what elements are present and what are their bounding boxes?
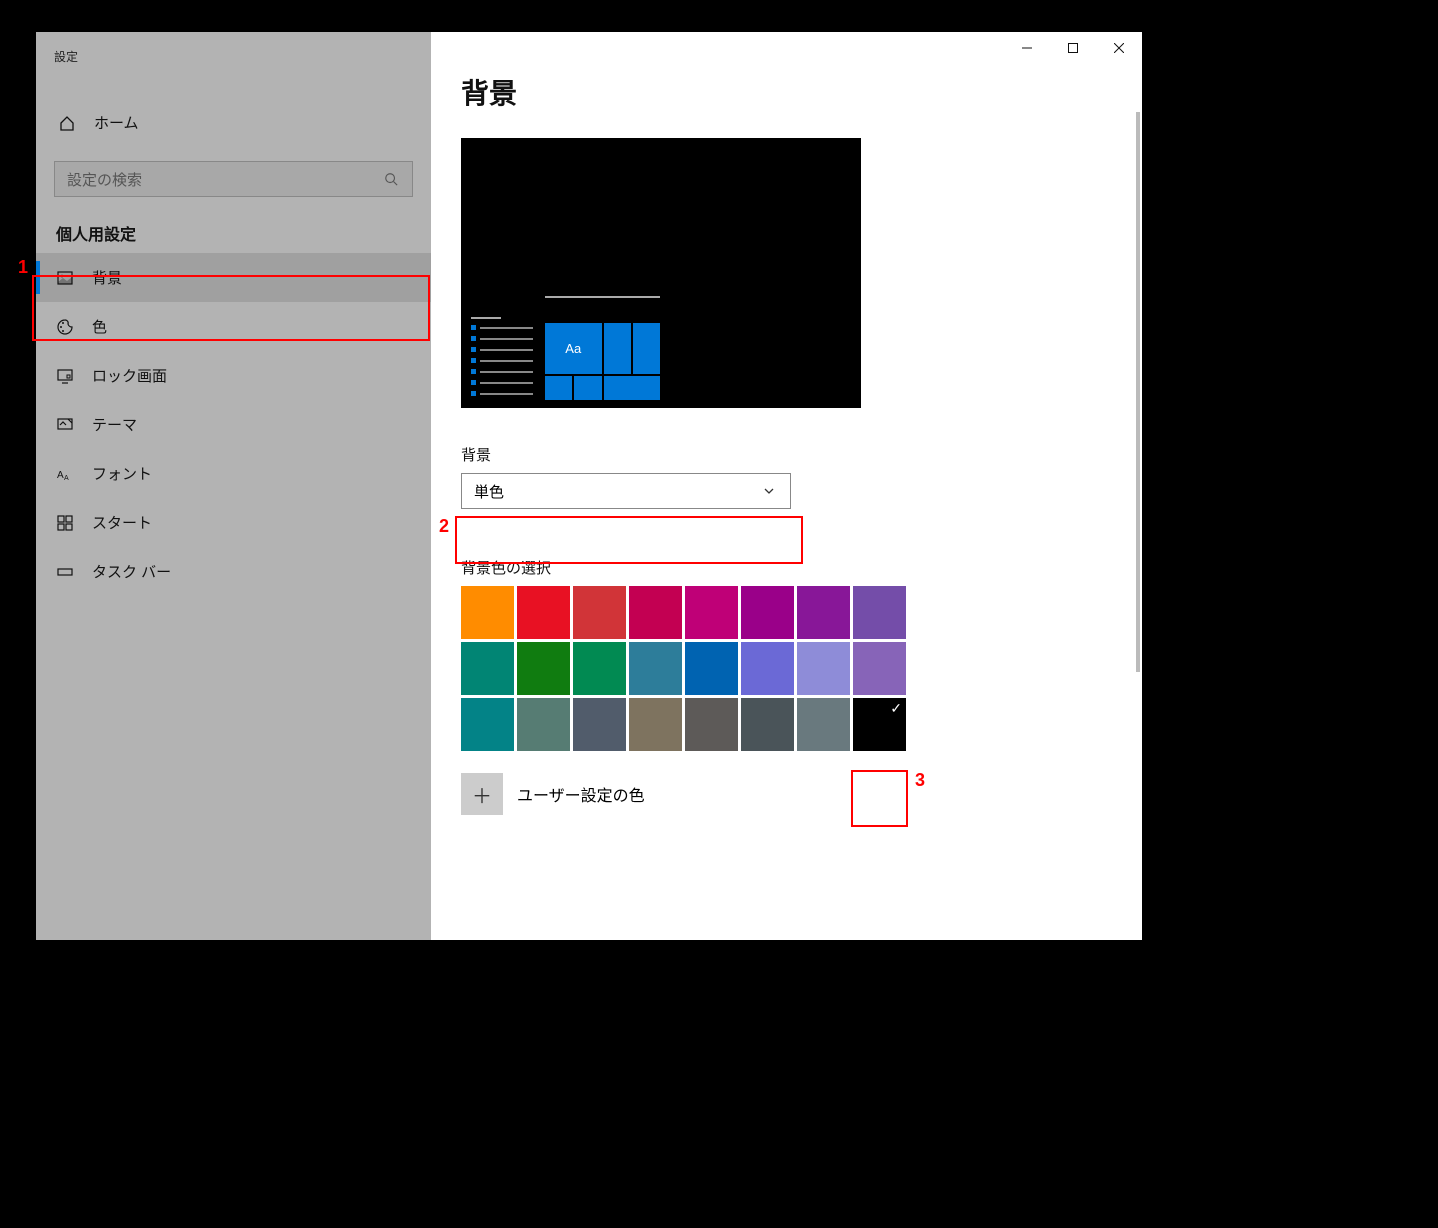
- sidebar-icon-0: [56, 269, 74, 287]
- color-swatch[interactable]: [685, 698, 738, 751]
- chevron-down-icon: [760, 482, 778, 500]
- color-swatch[interactable]: [629, 698, 682, 751]
- color-swatch[interactable]: [517, 642, 570, 695]
- color-swatch[interactable]: [741, 698, 794, 751]
- color-swatch[interactable]: [853, 642, 906, 695]
- sidebar-item-label: タスク バー: [92, 561, 171, 582]
- sidebar-icon-3: [56, 416, 74, 434]
- color-swatch[interactable]: [573, 642, 626, 695]
- color-swatch[interactable]: [461, 642, 514, 695]
- sidebar-item-4[interactable]: AA フォント: [36, 449, 431, 498]
- sidebar-icon-5: [56, 514, 74, 532]
- color-section-label: 背景色の選択: [461, 557, 1112, 578]
- svg-text:A: A: [64, 475, 69, 482]
- color-swatch[interactable]: [741, 586, 794, 639]
- close-button[interactable]: [1096, 32, 1142, 64]
- sidebar-item-1[interactable]: 色: [36, 302, 431, 351]
- color-swatch[interactable]: [797, 698, 850, 751]
- sidebar-item-label: 背景: [92, 267, 122, 288]
- color-swatch[interactable]: [517, 698, 570, 751]
- app-title: 設定: [54, 48, 78, 65]
- sidebar-item-3[interactable]: テーマ: [36, 400, 431, 449]
- color-swatch[interactable]: [853, 586, 906, 639]
- color-swatch[interactable]: [629, 642, 682, 695]
- sidebar-item-label: ロック画面: [92, 365, 167, 386]
- preview-tile-text: Aa: [545, 323, 602, 374]
- color-swatch[interactable]: [797, 642, 850, 695]
- scrollbar[interactable]: [1136, 112, 1140, 672]
- svg-text:A: A: [57, 470, 64, 481]
- color-swatch[interactable]: [629, 586, 682, 639]
- background-type-dropdown[interactable]: 単色: [461, 473, 791, 509]
- background-field-label: 背景: [461, 444, 1112, 465]
- sidebar-item-0[interactable]: 背景: [36, 253, 431, 302]
- color-swatch[interactable]: [573, 698, 626, 751]
- sidebar-item-label: テーマ: [92, 414, 137, 435]
- annotation-num-3: 3: [915, 770, 925, 791]
- sidebar: ホーム 設定の検索 個人用設定 背景色ロック画面テーマ AA フォントスタートタスク…: [36, 32, 431, 940]
- color-swatch[interactable]: [685, 586, 738, 639]
- annotation-num-2: 2: [439, 516, 449, 537]
- dropdown-value: 単色: [474, 481, 504, 502]
- sidebar-icon-4: AA: [56, 465, 74, 483]
- sidebar-item-label: 色: [92, 316, 107, 337]
- color-swatch[interactable]: [573, 586, 626, 639]
- plus-icon: ＋: [472, 780, 492, 809]
- minimize-button[interactable]: [1004, 32, 1050, 64]
- sidebar-item-6[interactable]: タスク バー: [36, 547, 431, 596]
- annotation-num-1: 1: [18, 257, 28, 278]
- search-placeholder: 設定の検索: [67, 169, 142, 190]
- home-label: ホーム: [94, 112, 139, 133]
- color-swatch[interactable]: [461, 586, 514, 639]
- sidebar-item-2[interactable]: ロック画面: [36, 351, 431, 400]
- preview-tiles: Aa: [545, 296, 660, 402]
- sidebar-icon-2: [56, 367, 74, 385]
- color-swatch[interactable]: [517, 586, 570, 639]
- sidebar-item-label: スタート: [92, 512, 152, 533]
- background-preview: Aa: [461, 138, 861, 408]
- search-input[interactable]: 設定の検索: [54, 161, 413, 197]
- color-swatch[interactable]: [797, 586, 850, 639]
- title-bar: 設定: [36, 32, 1142, 64]
- maximize-button[interactable]: [1050, 32, 1096, 64]
- home-icon: [58, 114, 76, 132]
- color-grid: [461, 586, 921, 751]
- settings-window: 設定 ホーム 設定の検索 個人用設定 背景色ロック画面テーマAAフォントスタート…: [36, 32, 1142, 940]
- custom-color-label: ユーザー設定の色: [517, 782, 645, 806]
- sidebar-item-label: フォント: [92, 463, 152, 484]
- search-icon: [382, 170, 400, 188]
- category-title: 個人用設定: [36, 197, 431, 253]
- home-button[interactable]: ホーム: [36, 102, 431, 143]
- sidebar-icon-1: [56, 318, 74, 336]
- color-swatch[interactable]: [461, 698, 514, 751]
- custom-color-button[interactable]: ＋: [461, 773, 503, 815]
- sidebar-item-5[interactable]: スタート: [36, 498, 431, 547]
- color-swatch[interactable]: [685, 642, 738, 695]
- main-content: 背景 Aa: [431, 32, 1142, 940]
- color-swatch[interactable]: [741, 642, 794, 695]
- color-swatch[interactable]: [853, 698, 906, 751]
- page-title: 背景: [461, 72, 1112, 112]
- sidebar-icon-6: [56, 563, 74, 581]
